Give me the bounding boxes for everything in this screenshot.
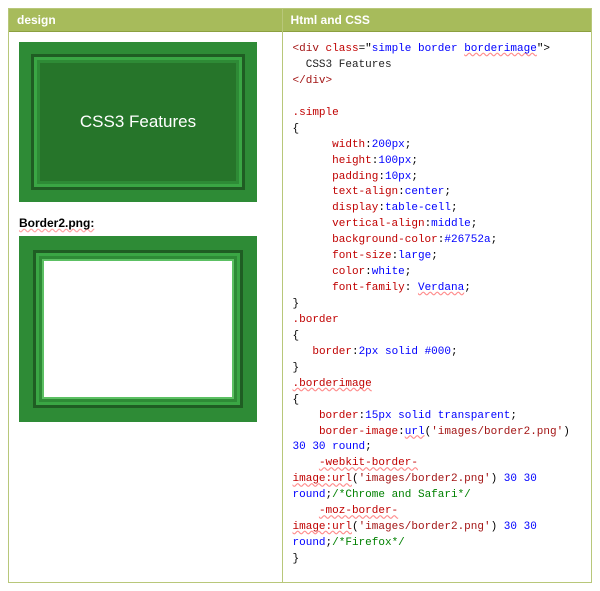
two-column-table: design CSS3 Features Border2.png: Html a… [8,8,592,583]
border-image-frame [19,236,257,422]
css3-feature-box: CSS3 Features [19,42,257,202]
border-image-label: Border2.png: [19,216,272,230]
design-column: design CSS3 Features Border2.png: [9,9,283,582]
feature-box-text: CSS3 Features [80,112,196,132]
code-column: Html and CSS <div class="simple border b… [283,9,591,582]
code-header: Html and CSS [283,9,591,32]
code-snippet: <div class="simple border borderimage"> … [293,42,581,568]
code-body: <div class="simple border borderimage"> … [283,32,591,582]
design-header: design [9,9,282,32]
design-body: CSS3 Features Border2.png: [9,32,282,582]
